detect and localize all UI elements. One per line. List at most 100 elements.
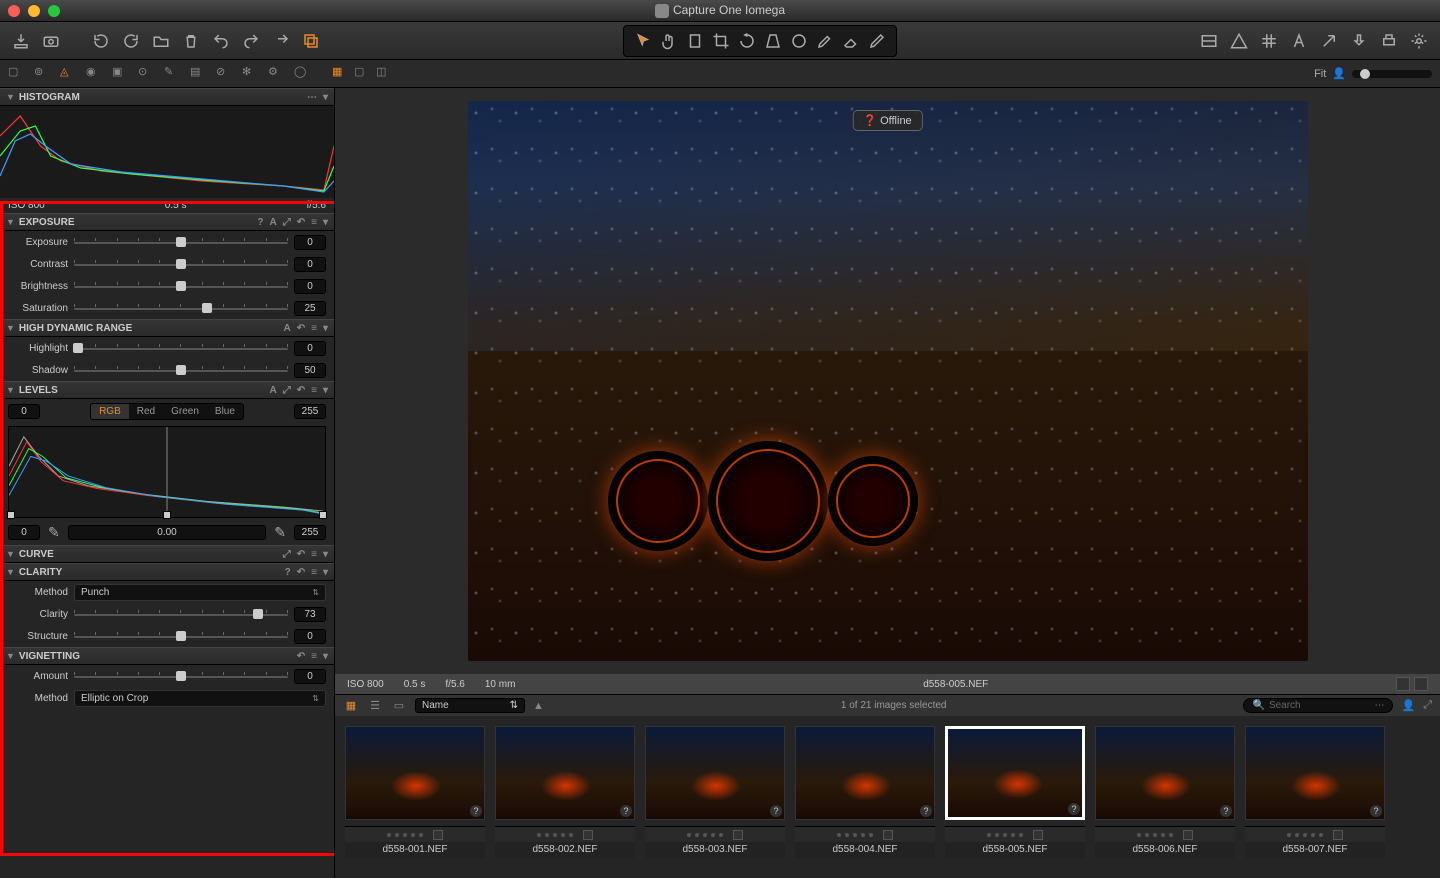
info-icon[interactable]: ? <box>470 805 482 817</box>
thumbnail-rating[interactable] <box>645 826 785 842</box>
disclosure-icon[interactable]: ▼ <box>6 323 15 333</box>
filter-person-icon[interactable]: 👤 <box>1401 699 1415 712</box>
exposure-value[interactable]: 25 <box>294 301 326 316</box>
image-view[interactable]: ❓ Offline <box>335 88 1440 674</box>
auto-icon[interactable]: A <box>270 385 277 396</box>
expand-icon[interactable]: ⤢ <box>283 385 291 396</box>
thumbnail[interactable]: ? d558-006.NEF <box>1095 726 1235 868</box>
info-icon[interactable]: ? <box>1068 803 1080 815</box>
expand-icon[interactable]: ⤢ <box>283 217 291 228</box>
clarity-slider[interactable] <box>74 628 288 644</box>
library-tab-icon[interactable]: ▢ <box>8 65 26 83</box>
cursor-select-icon[interactable] <box>632 30 654 52</box>
levels-out-low[interactable]: 0 <box>8 525 40 540</box>
sort-dropdown[interactable]: Name⇅ <box>415 698 525 713</box>
thumbnail[interactable]: ? d558-007.NEF <box>1245 726 1385 868</box>
menu-icon[interactable]: ⋯ <box>307 92 317 103</box>
levels-white-handle[interactable] <box>319 511 327 519</box>
preset-icon[interactable]: ≡ <box>311 323 317 334</box>
search-options-icon[interactable]: ⋯ <box>1374 700 1384 711</box>
local-tab-icon[interactable]: ✎ <box>164 65 182 83</box>
chevron-down-icon[interactable]: ▾ <box>323 385 328 396</box>
clarity-slider[interactable] <box>74 606 288 622</box>
color-tag[interactable] <box>1333 830 1343 840</box>
info-icon[interactable]: ? <box>770 805 782 817</box>
disclosure-icon[interactable]: ▼ <box>6 92 15 102</box>
chevron-down-icon[interactable]: ▾ <box>323 323 328 334</box>
color-tag[interactable] <box>433 830 443 840</box>
annotate-icon[interactable] <box>1288 30 1310 52</box>
clarity-header[interactable]: ▼ CLARITY ?↶≡▾ <box>0 563 334 581</box>
thumbnail-rating[interactable] <box>345 826 485 842</box>
exposure-value[interactable]: 0 <box>294 257 326 272</box>
hdr-slider[interactable] <box>74 340 288 356</box>
black-picker-icon[interactable]: ✎ <box>48 524 60 541</box>
thumbnail[interactable]: ? d558-005.NEF <box>945 726 1085 868</box>
chevron-down-icon[interactable]: ▾ <box>323 549 328 560</box>
levels-out-mid[interactable]: 0.00 <box>68 525 267 540</box>
auto-icon[interactable]: A <box>270 217 277 228</box>
grid-view-icon[interactable]: ▦ <box>332 65 350 83</box>
color-tag[interactable] <box>883 830 893 840</box>
minimize-button[interactable] <box>28 5 40 17</box>
search-input[interactable]: 🔍 Search⋯ <box>1243 698 1393 713</box>
trash-icon[interactable] <box>180 30 202 52</box>
reset-icon[interactable]: ↶ <box>297 549 305 560</box>
reset-icon[interactable] <box>270 30 292 52</box>
color-tag[interactable] <box>733 830 743 840</box>
exposure-header[interactable]: ▼ EXPOSURE ?A⤢↶≡▾ <box>0 213 334 231</box>
thumbnail[interactable]: ? d558-003.NEF <box>645 726 785 868</box>
crop-tool-icon[interactable] <box>710 30 732 52</box>
clarity-value[interactable]: 0 <box>294 629 326 644</box>
chevron-down-icon[interactable]: ▾ <box>323 217 328 228</box>
thumbnail-image[interactable]: ? <box>645 726 785 820</box>
hdr-value[interactable]: 0 <box>294 341 326 356</box>
color-tag[interactable] <box>583 830 593 840</box>
reset-icon[interactable]: ↶ <box>297 651 305 662</box>
preset-icon[interactable]: ≡ <box>311 385 317 396</box>
thumbnail[interactable]: ? d558-004.NEF <box>795 726 935 868</box>
exposure-slider[interactable] <box>74 234 288 250</box>
exposure-value[interactable]: 0 <box>294 279 326 294</box>
levels-mid-handle[interactable] <box>163 511 171 519</box>
info-icon[interactable]: ? <box>1370 805 1382 817</box>
filter-expand-icon[interactable]: ⤢ <box>1423 699 1432 712</box>
preset-icon[interactable]: ≡ <box>311 567 317 578</box>
levels-channel-rgb[interactable]: RGB <box>91 404 129 419</box>
reset-icon[interactable]: ↶ <box>297 323 305 334</box>
levels-channel-red[interactable]: Red <box>129 404 163 419</box>
zoom-person-icon[interactable]: 👤 <box>1332 67 1346 80</box>
preset-icon[interactable]: ≡ <box>311 549 317 560</box>
edit-icon[interactable] <box>866 30 888 52</box>
info-icon[interactable]: ? <box>920 805 932 817</box>
focus-mask-icon[interactable] <box>1228 30 1250 52</box>
levels-low-input[interactable]: 0 <box>8 404 40 419</box>
hdr-slider[interactable] <box>74 362 288 378</box>
variants-icon[interactable] <box>300 30 322 52</box>
zoom-slider[interactable] <box>1352 70 1432 78</box>
metadata-tab-icon[interactable]: ▤ <box>190 65 208 83</box>
clarity-method-dropdown[interactable]: Punch⇅ <box>74 584 326 601</box>
thumbnail[interactable]: ? d558-002.NEF <box>495 726 635 868</box>
exposure-slider[interactable] <box>74 300 288 316</box>
preset-icon[interactable]: ≡ <box>311 217 317 228</box>
thumbnail-rating[interactable] <box>1095 826 1235 842</box>
levels-high-input[interactable]: 255 <box>294 404 326 419</box>
exposure-warning-icon[interactable] <box>1198 30 1220 52</box>
thumbnail[interactable]: ? d558-001.NEF <box>345 726 485 868</box>
vignetting-amount-value[interactable]: 0 <box>294 669 326 684</box>
brush-icon[interactable] <box>814 30 836 52</box>
vignetting-method-dropdown[interactable]: Elliptic on Crop⇅ <box>74 690 326 707</box>
rotate-right-icon[interactable] <box>120 30 142 52</box>
info-icon[interactable]: ? <box>620 805 632 817</box>
color-tag[interactable] <box>1183 830 1193 840</box>
disclosure-icon[interactable]: ▼ <box>6 567 15 577</box>
levels-header[interactable]: ▼ LEVELS A⤢↶≡▾ <box>0 381 334 399</box>
split-view-icon[interactable]: ◫ <box>376 65 394 83</box>
thumbnail-image[interactable]: ? <box>1095 726 1235 820</box>
loupe-icon[interactable] <box>684 30 706 52</box>
levels-channel-green[interactable]: Green <box>163 404 207 419</box>
sort-asc-icon[interactable]: ▲ <box>533 700 544 712</box>
browser-filmstrip-icon[interactable]: ▭ <box>391 698 407 714</box>
close-button[interactable] <box>8 5 20 17</box>
